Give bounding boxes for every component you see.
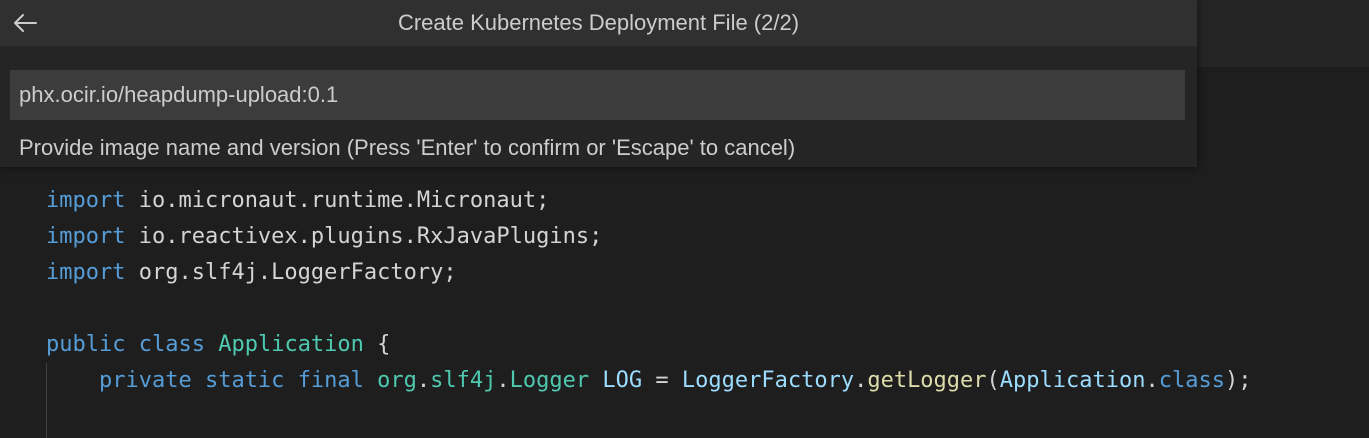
code-token: import: [46, 260, 126, 285]
code-token: public: [46, 332, 126, 357]
code-token: private: [98, 368, 192, 393]
code-line: import io.micronaut.runtime.Micronaut;: [46, 183, 549, 219]
code-token: Logger: [509, 368, 590, 393]
quick-input-title: Create Kubernetes Deployment File (2/2): [397, 10, 800, 35]
code-token: class: [1158, 368, 1225, 393]
code-editor[interactable]: import io.micronaut.runtime.Micronaut; i…: [0, 183, 1369, 438]
code-token: getLogger: [867, 368, 987, 393]
quick-input-header: Create Kubernetes Deployment File (2/2): [0, 0, 1197, 46]
code-token: );: [1224, 368, 1252, 393]
code-token: org: [377, 368, 417, 393]
code-token: (: [986, 368, 1000, 393]
code-token: Application: [999, 368, 1146, 393]
code-token: slf4j: [430, 368, 497, 393]
arrow-left-icon[interactable]: [10, 8, 40, 38]
code-token: import: [46, 224, 126, 249]
code-token: .: [854, 368, 868, 393]
code-line: public class Application {: [46, 327, 390, 363]
quick-input-message: Provide image name and version (Press 'E…: [19, 135, 796, 160]
code-line: private static final org.slf4j.Logger LO…: [46, 363, 1252, 399]
code-token: org.slf4j.LoggerFactory;: [125, 260, 457, 285]
code-token: Application: [218, 332, 364, 357]
code-token: static: [204, 368, 285, 393]
code-token: .: [1145, 368, 1159, 393]
code-token: io.reactivex.plugins.RxJavaPlugins;: [125, 224, 603, 249]
code-token: .: [416, 368, 431, 393]
code-token: LOG: [602, 368, 643, 393]
code-token: =: [642, 368, 682, 393]
code-token: import: [46, 188, 126, 213]
code-token: class: [138, 332, 205, 357]
code-line: import io.reactivex.plugins.RxJavaPlugin…: [46, 219, 602, 255]
editor-tab-strip: [1197, 0, 1369, 67]
code-token: final: [297, 368, 364, 393]
quick-input-widget: Create Kubernetes Deployment File (2/2) …: [0, 0, 1197, 167]
code-token: {: [363, 332, 391, 357]
code-token: io.micronaut.runtime.Micronaut;: [125, 188, 550, 213]
code-line: import org.slf4j.LoggerFactory;: [46, 255, 457, 291]
image-name-input[interactable]: [10, 70, 1185, 120]
code-token: LoggerFactory: [681, 368, 855, 393]
code-token: .: [496, 368, 510, 393]
